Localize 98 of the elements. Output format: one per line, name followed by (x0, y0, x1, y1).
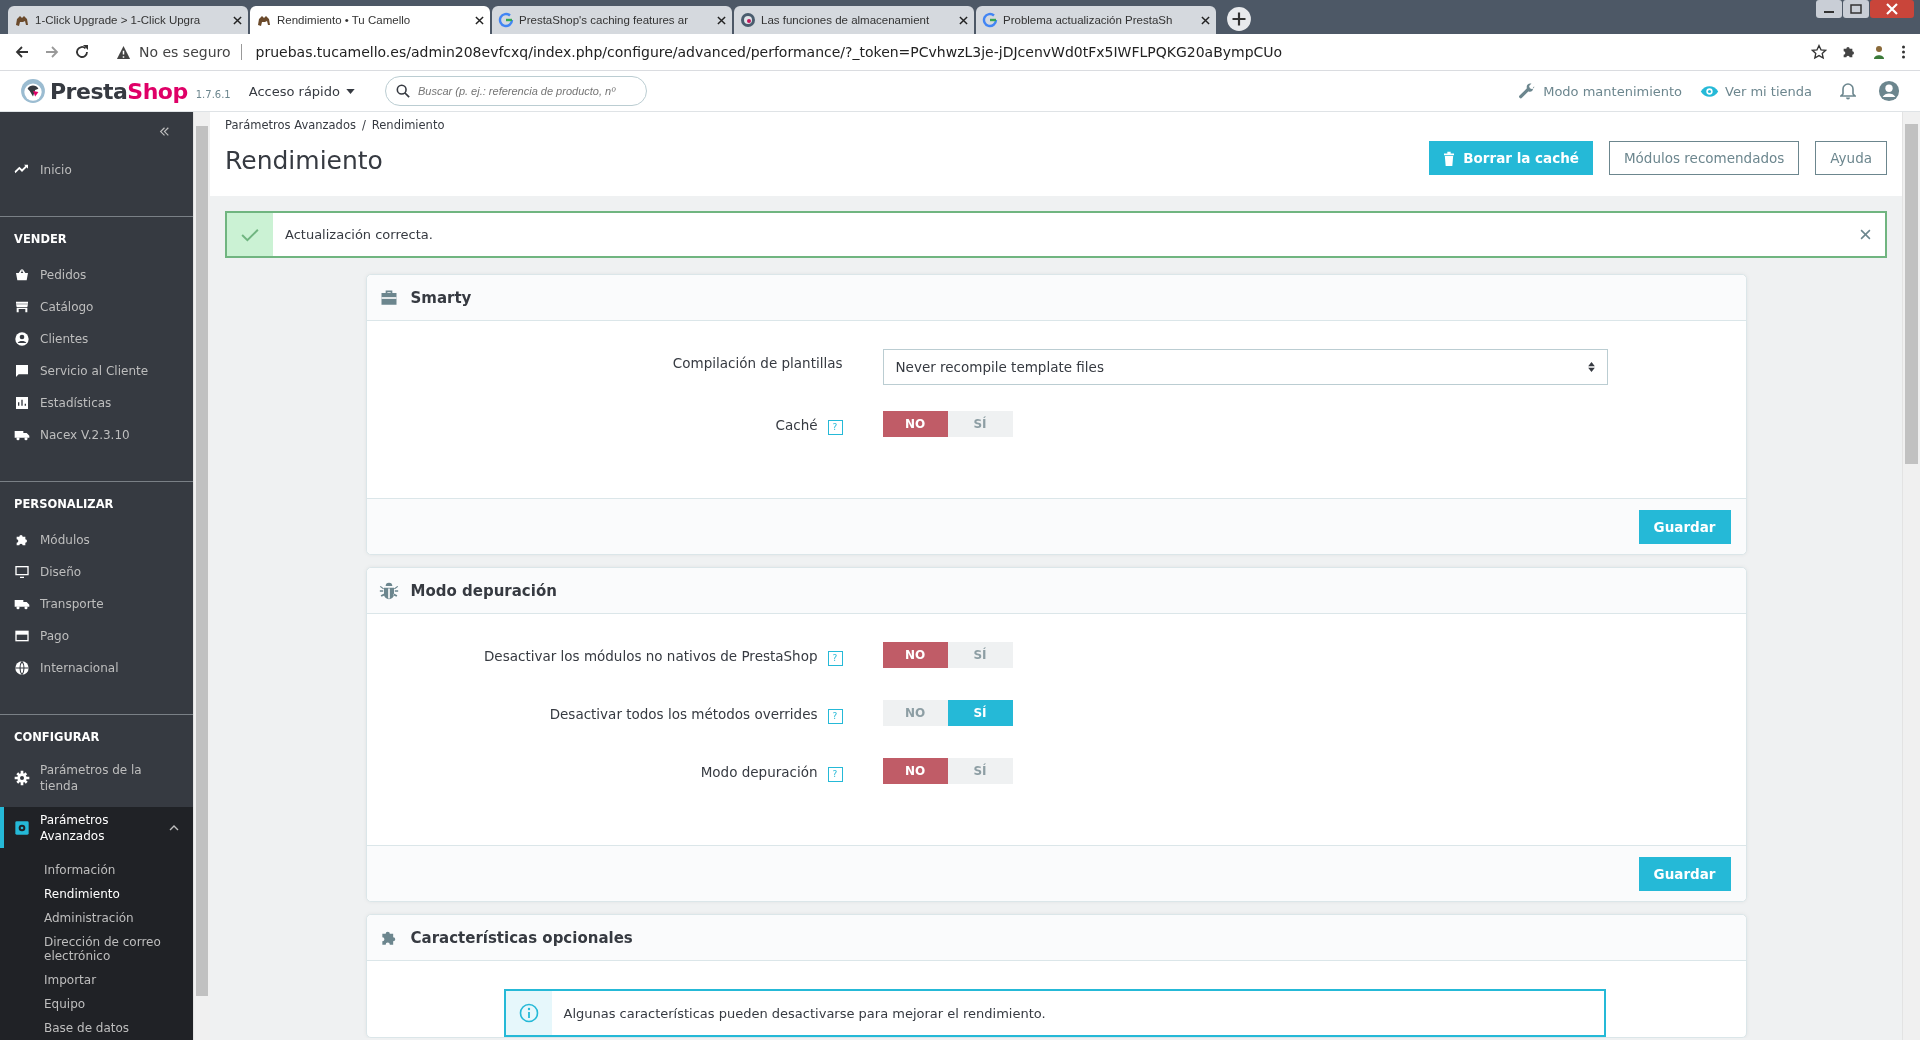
sidebar-item[interactable]: Módulos (0, 523, 193, 556)
collapse-icon[interactable] (158, 127, 171, 137)
close-icon[interactable] (475, 15, 484, 25)
sidebar-item[interactable]: Internacional (0, 651, 193, 684)
maximize-icon[interactable] (1843, 0, 1869, 18)
check-icon (241, 227, 259, 242)
dropdown[interactable]: Never recompile template files (882, 349, 1608, 385)
toolbar-button[interactable]: Módulos recomendados (1608, 141, 1800, 175)
panel-title: Modo depuración (410, 581, 557, 600)
sidebar-item[interactable]: Pedidos (0, 259, 193, 291)
security-label[interactable]: No es seguro (139, 44, 242, 60)
new-tab-icon[interactable] (1226, 6, 1252, 32)
sidebar-item[interactable]: Clientes (0, 323, 193, 355)
info-icon (518, 1003, 539, 1023)
star-icon[interactable] (1811, 44, 1827, 60)
submenu-item[interactable]: Equipo (0, 992, 193, 1016)
breadcrumb-separator: / (361, 118, 366, 132)
info-message: Algunas características pueden desactivarse para mejorar el rendimiento. (563, 1005, 1046, 1021)
submenu-item[interactable]: Rendimiento (0, 882, 193, 906)
scrollbar[interactable] (193, 112, 210, 1040)
submenu-item[interactable]: Administración (0, 906, 193, 930)
account-icon[interactable] (1878, 80, 1900, 102)
toolbar-button[interactable]: Ayuda (1815, 141, 1887, 175)
puzzle-icon[interactable] (1841, 44, 1857, 60)
close-icon[interactable] (233, 15, 242, 25)
submenu-item[interactable]: Información (0, 858, 193, 882)
search-field[interactable]: Buscar (p. ej.: referencia de producto, nº (384, 76, 647, 106)
browser-tab[interactable]: Las funciones de almacenamient (734, 6, 974, 34)
puffin-logo-icon (20, 78, 46, 104)
field-label: Compilación de plantillas (672, 355, 843, 371)
quick-access-dropdown[interactable]: Acceso rápido (248, 83, 355, 99)
forward-icon[interactable] (44, 44, 60, 60)
toggle-option[interactable]: NO (882, 758, 948, 784)
submenu-item[interactable]: Dirección de correo electrónico (0, 930, 193, 968)
alert-message: Actualización correcta. (285, 227, 434, 242)
trash-icon (1443, 150, 1456, 166)
panel-title: Características opcionales (410, 928, 633, 947)
view-store-link[interactable]: Ver mi tienda (1700, 81, 1812, 101)
sidebar-item[interactable]: Inicio (0, 154, 193, 187)
globe-icon (14, 659, 30, 676)
close-icon[interactable] (1201, 15, 1210, 25)
store-icon (14, 299, 30, 315)
multicolor-ring-icon (982, 12, 998, 28)
minimize-icon[interactable] (1816, 0, 1842, 18)
sidebar-item[interactable]: Parámetros Avanzados (0, 807, 193, 848)
toggle-option[interactable]: NO (882, 411, 948, 437)
toggle-option[interactable]: NO (882, 642, 948, 668)
chart-icon (14, 395, 30, 411)
submenu-item[interactable]: Base de datos (0, 1016, 193, 1040)
close-icon[interactable] (717, 15, 726, 25)
reload-icon[interactable] (74, 44, 90, 60)
warning-icon[interactable] (116, 44, 131, 60)
caret-icon (345, 88, 355, 94)
breadcrumb-link[interactable]: Rendimiento (371, 118, 445, 132)
browser-tab[interactable]: PrestaShop's caching features ar (492, 6, 732, 34)
profile-figure-icon[interactable] (1871, 44, 1887, 60)
search-icon (395, 84, 410, 98)
section-heading: PERSONALIZAR (13, 496, 115, 513)
field-label: Modo depuración (700, 764, 818, 780)
section-heading: VENDER (13, 232, 68, 248)
sidebar-item[interactable]: Catálogo (0, 291, 193, 323)
bell-icon[interactable] (1840, 82, 1856, 100)
monitor-icon (14, 563, 30, 580)
breadcrumb-link[interactable]: Parámetros Avanzados (225, 118, 356, 132)
field-label: Desactivar todos los métodos overrides (549, 706, 818, 722)
field-label: Caché (775, 417, 818, 433)
version-label: 1.7.6.1 (195, 88, 231, 100)
sidebar-item[interactable]: Estadísticas (0, 387, 193, 419)
sidebar-item[interactable]: Pago (0, 619, 193, 652)
gear-square-icon (14, 819, 30, 836)
sort-arrows-icon (1587, 362, 1595, 372)
url-text[interactable]: pruebas.tucamello.es/admin208evfcxq/index.php/configure/advanced/performance/?_token=PCvhwzL3je-jDJcenvWd0tFx5IWFLPQKG20aBympCUo (255, 44, 1797, 60)
sidebar-item[interactable]: Servicio al Cliente (0, 355, 193, 387)
section-heading: CONFIGURAR (13, 729, 101, 746)
submenu-item[interactable]: Importar (0, 968, 193, 992)
chat-icon (14, 363, 30, 379)
round-favicon-icon (740, 12, 756, 28)
browser-tab[interactable]: Rendimiento • Tu Camello (250, 6, 490, 34)
logo-text: PrestaShop (50, 78, 188, 104)
back-icon[interactable] (14, 44, 30, 60)
panel-title: Smarty (410, 288, 472, 307)
field-label: Desactivar los módulos no nativos de PrestaShop (483, 648, 818, 664)
browser-tab[interactable]: Problema actualización PrestaSh (976, 6, 1216, 34)
bug-icon (378, 580, 399, 601)
person-icon (14, 331, 30, 347)
sidebar-item[interactable]: Diseño (0, 555, 193, 588)
multicolor-ring-icon (498, 12, 514, 28)
maintenance-link[interactable]: Modo mantenimiento (1518, 81, 1683, 101)
browser-tab[interactable]: 1-Click Upgrade > 1-Click Upgra (8, 6, 248, 34)
page-title: Rendimiento (225, 146, 384, 175)
sidebar-item[interactable]: Nacex V.2.3.10 (0, 419, 193, 451)
gear-icon (14, 770, 30, 786)
sidebar-item[interactable]: Parámetros de la tienda (0, 756, 193, 800)
basket-icon (14, 267, 30, 283)
sidebar-item[interactable]: Transporte (0, 587, 193, 620)
close-icon[interactable] (959, 15, 968, 25)
scrollbar[interactable] (1902, 112, 1920, 1040)
menu-icon[interactable] (1901, 44, 1906, 60)
